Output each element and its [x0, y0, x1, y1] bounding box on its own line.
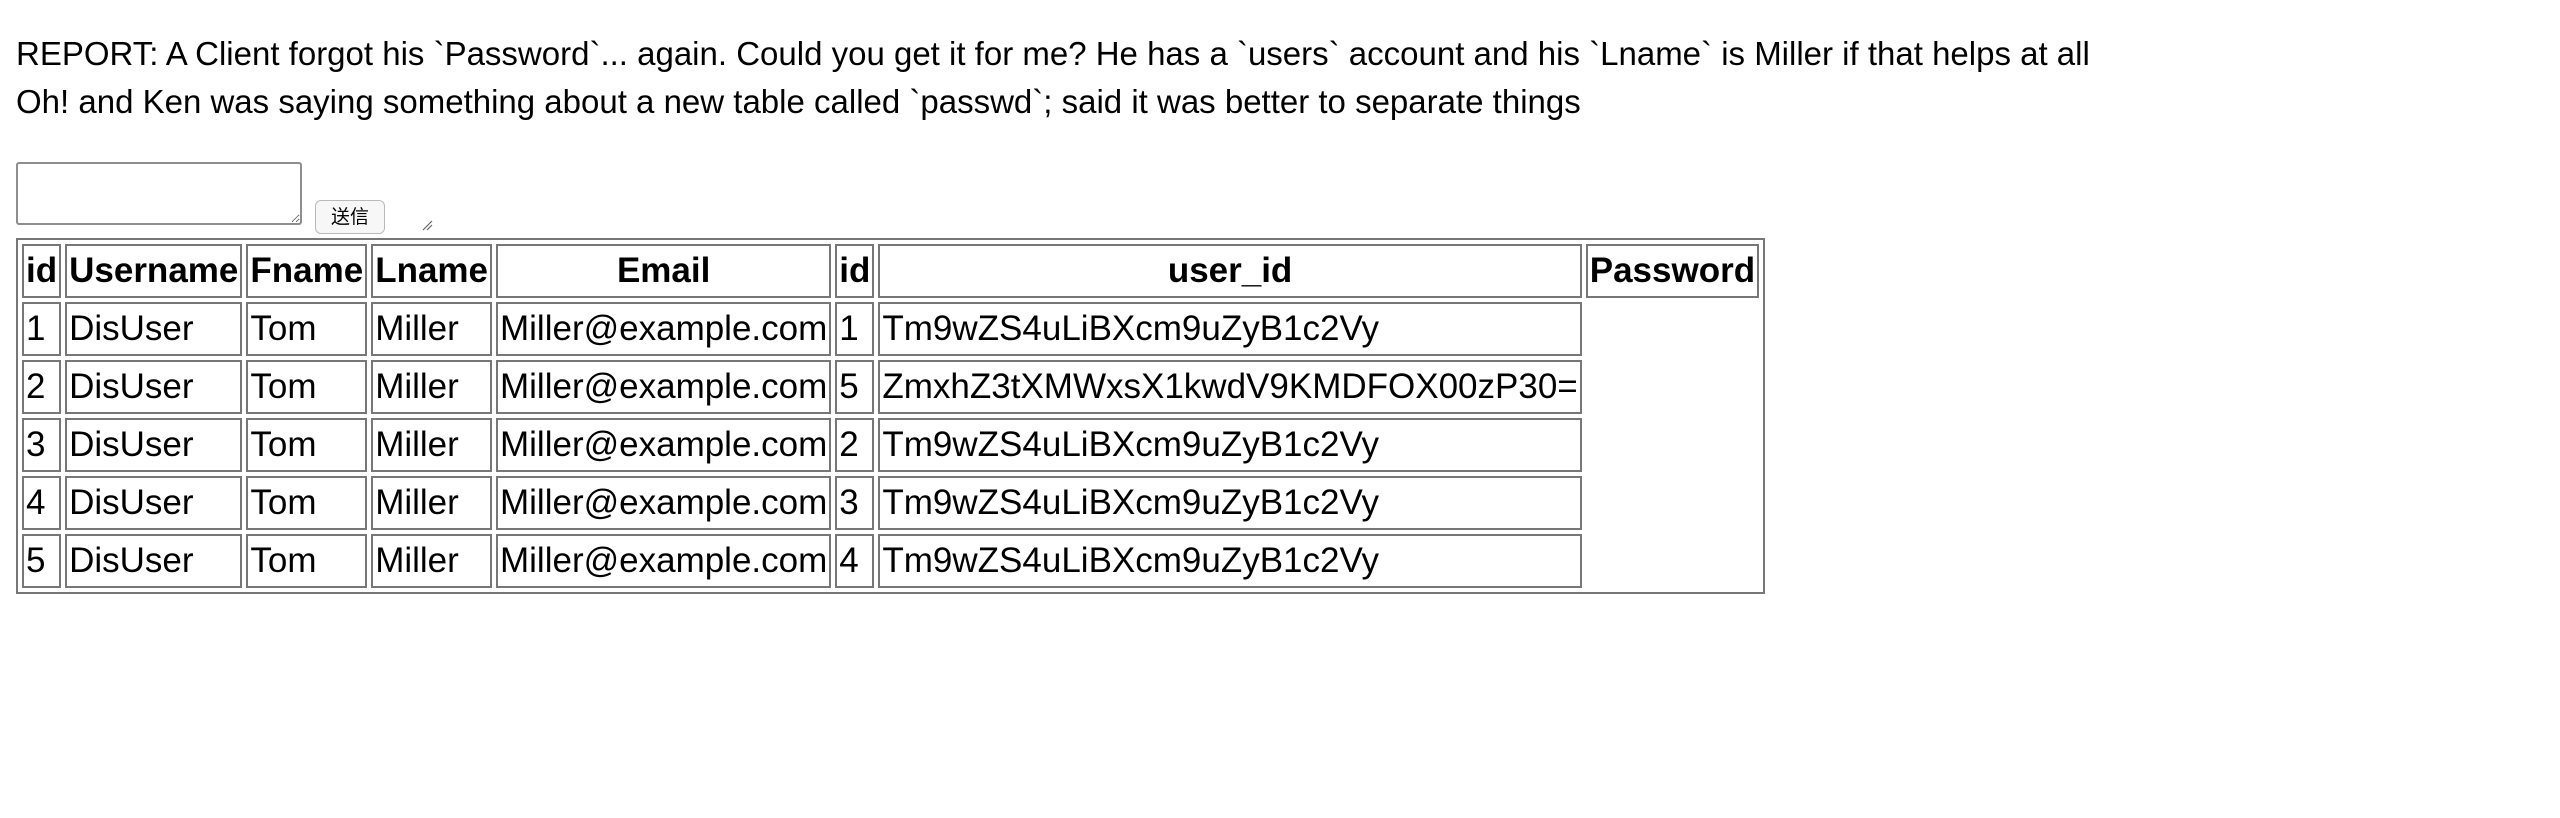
column-header-password: Password — [1585, 244, 1760, 298]
cell-passwd-id: 4 — [835, 534, 875, 588]
cell-email: Miller@example.com — [496, 534, 832, 588]
table-row: 3 DisUser Tom Miller Miller@example.com … — [22, 418, 1759, 472]
cell-user-id: ZmxhZ3tXMWxsX1kwdV9KMDFOX00zP30= — [878, 360, 1582, 414]
resize-grip-icon[interactable] — [421, 219, 433, 231]
cell-lname: Miller — [371, 360, 492, 414]
column-header-user-id: user_id — [878, 244, 1582, 298]
cell-id: 2 — [22, 360, 62, 414]
cell-user-id: Tm9wZS4uLiBXcm9uZyB1c2Vy — [878, 476, 1582, 530]
results-table: id Username Fname Lname Email id user_id… — [16, 238, 1766, 594]
cell-passwd-id: 3 — [835, 476, 875, 530]
cell-user-id: Tm9wZS4uLiBXcm9uZyB1c2Vy — [878, 302, 1582, 356]
cell-password — [1586, 476, 1759, 530]
cell-lname: Miller — [371, 418, 492, 472]
cell-password — [1586, 418, 1759, 472]
table-row: 4 DisUser Tom Miller Miller@example.com … — [22, 476, 1759, 530]
cell-email: Miller@example.com — [496, 476, 832, 530]
cell-passwd-id: 2 — [835, 418, 875, 472]
cell-fname: Tom — [246, 476, 368, 530]
cell-username: DisUser — [65, 360, 243, 414]
cell-email: Miller@example.com — [496, 302, 832, 356]
cell-id: 4 — [22, 476, 62, 530]
column-header-username: Username — [65, 244, 243, 298]
cell-fname: Tom — [246, 360, 368, 414]
cell-passwd-id: 1 — [835, 302, 875, 356]
cell-email: Miller@example.com — [496, 360, 832, 414]
report-message: REPORT: A Client forgot his `Password`..… — [16, 30, 2090, 126]
column-header-fname: Fname — [246, 244, 368, 298]
submit-button[interactable]: 送信 — [315, 200, 385, 234]
column-header-passwd-id: id — [835, 244, 875, 298]
cell-username: DisUser — [65, 302, 243, 356]
cell-lname: Miller — [371, 534, 492, 588]
cell-email: Miller@example.com — [496, 418, 832, 472]
column-header-lname: Lname — [371, 244, 492, 298]
cell-fname: Tom — [246, 302, 368, 356]
report-line-2: Oh! and Ken was saying something about a… — [16, 83, 1581, 120]
table-row: 1 DisUser Tom Miller Miller@example.com … — [22, 302, 1759, 356]
cell-id: 1 — [22, 302, 62, 356]
table-header-row: id Username Fname Lname Email id user_id… — [22, 244, 1760, 298]
cell-username: DisUser — [65, 476, 243, 530]
report-line-1: REPORT: A Client forgot his `Password`..… — [16, 35, 2090, 72]
cell-passwd-id: 5 — [835, 360, 875, 414]
query-textarea[interactable] — [16, 162, 302, 225]
column-header-id: id — [22, 244, 62, 298]
table-row: 2 DisUser Tom Miller Miller@example.com … — [22, 360, 1759, 414]
cell-username: DisUser — [65, 534, 243, 588]
cell-fname: Tom — [246, 418, 368, 472]
cell-fname: Tom — [246, 534, 368, 588]
cell-lname: Miller — [371, 302, 492, 356]
cell-password — [1586, 302, 1759, 356]
cell-user-id: Tm9wZS4uLiBXcm9uZyB1c2Vy — [878, 534, 1582, 588]
cell-user-id: Tm9wZS4uLiBXcm9uZyB1c2Vy — [878, 418, 1582, 472]
query-form: 送信 — [16, 162, 436, 234]
cell-lname: Miller — [371, 476, 492, 530]
cell-id: 3 — [22, 418, 62, 472]
cell-username: DisUser — [65, 418, 243, 472]
cell-id: 5 — [22, 534, 62, 588]
cell-password — [1586, 534, 1759, 588]
column-header-email: Email — [496, 244, 832, 298]
table-row: 5 DisUser Tom Miller Miller@example.com … — [22, 534, 1759, 588]
cell-password — [1586, 360, 1759, 414]
